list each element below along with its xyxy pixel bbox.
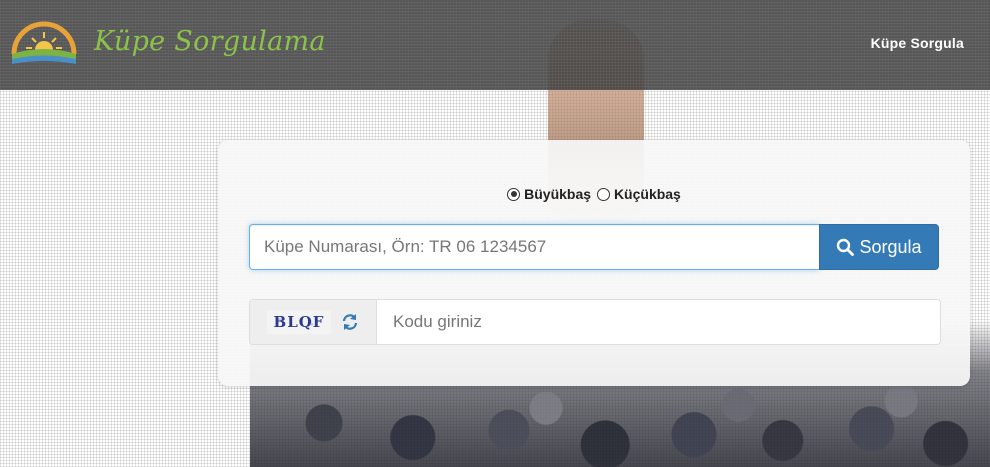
sorgula-button[interactable]: Sorgula <box>819 224 939 270</box>
sunrise-logo-icon <box>11 21 77 64</box>
search-panel: Büyükbaş Küçükbaş Sorgula BLQF <box>218 140 970 386</box>
animal-type-radio-group: Büyükbaş Küçükbaş <box>218 186 970 204</box>
radio-label-buyukbas: Büyükbaş <box>524 186 592 202</box>
radio-button-buyukbas[interactable] <box>507 187 521 201</box>
top-navbar: Küpe Sorgulama Küpe Sorgula <box>0 0 990 90</box>
radio-label-kucukbas: Küçükbaş <box>613 186 681 202</box>
radio-button-kucukbas[interactable] <box>596 187 610 201</box>
brand-name: Küpe Sorgulama <box>94 25 326 57</box>
radio-option-kucukbas[interactable]: Küçükbaş <box>596 186 681 202</box>
radio-option-buyukbas[interactable]: Büyükbaş <box>507 186 591 202</box>
refresh-icon[interactable] <box>341 313 359 331</box>
captcha-image: BLQF <box>267 310 331 334</box>
ear-tag-input[interactable] <box>249 224 819 270</box>
search-icon <box>837 238 855 256</box>
brand[interactable]: Küpe Sorgulama <box>8 14 326 68</box>
ear-tag-search-group: Sorgula <box>249 224 939 270</box>
nav-link-kupe-sorgula[interactable]: Küpe Sorgula <box>871 35 964 51</box>
captcha-code-input[interactable] <box>377 300 940 344</box>
sorgula-button-label: Sorgula <box>859 236 922 257</box>
captcha-group: BLQF <box>249 299 941 345</box>
captcha-code-text: BLQF <box>273 313 325 331</box>
captcha-addon: BLQF <box>250 300 377 344</box>
